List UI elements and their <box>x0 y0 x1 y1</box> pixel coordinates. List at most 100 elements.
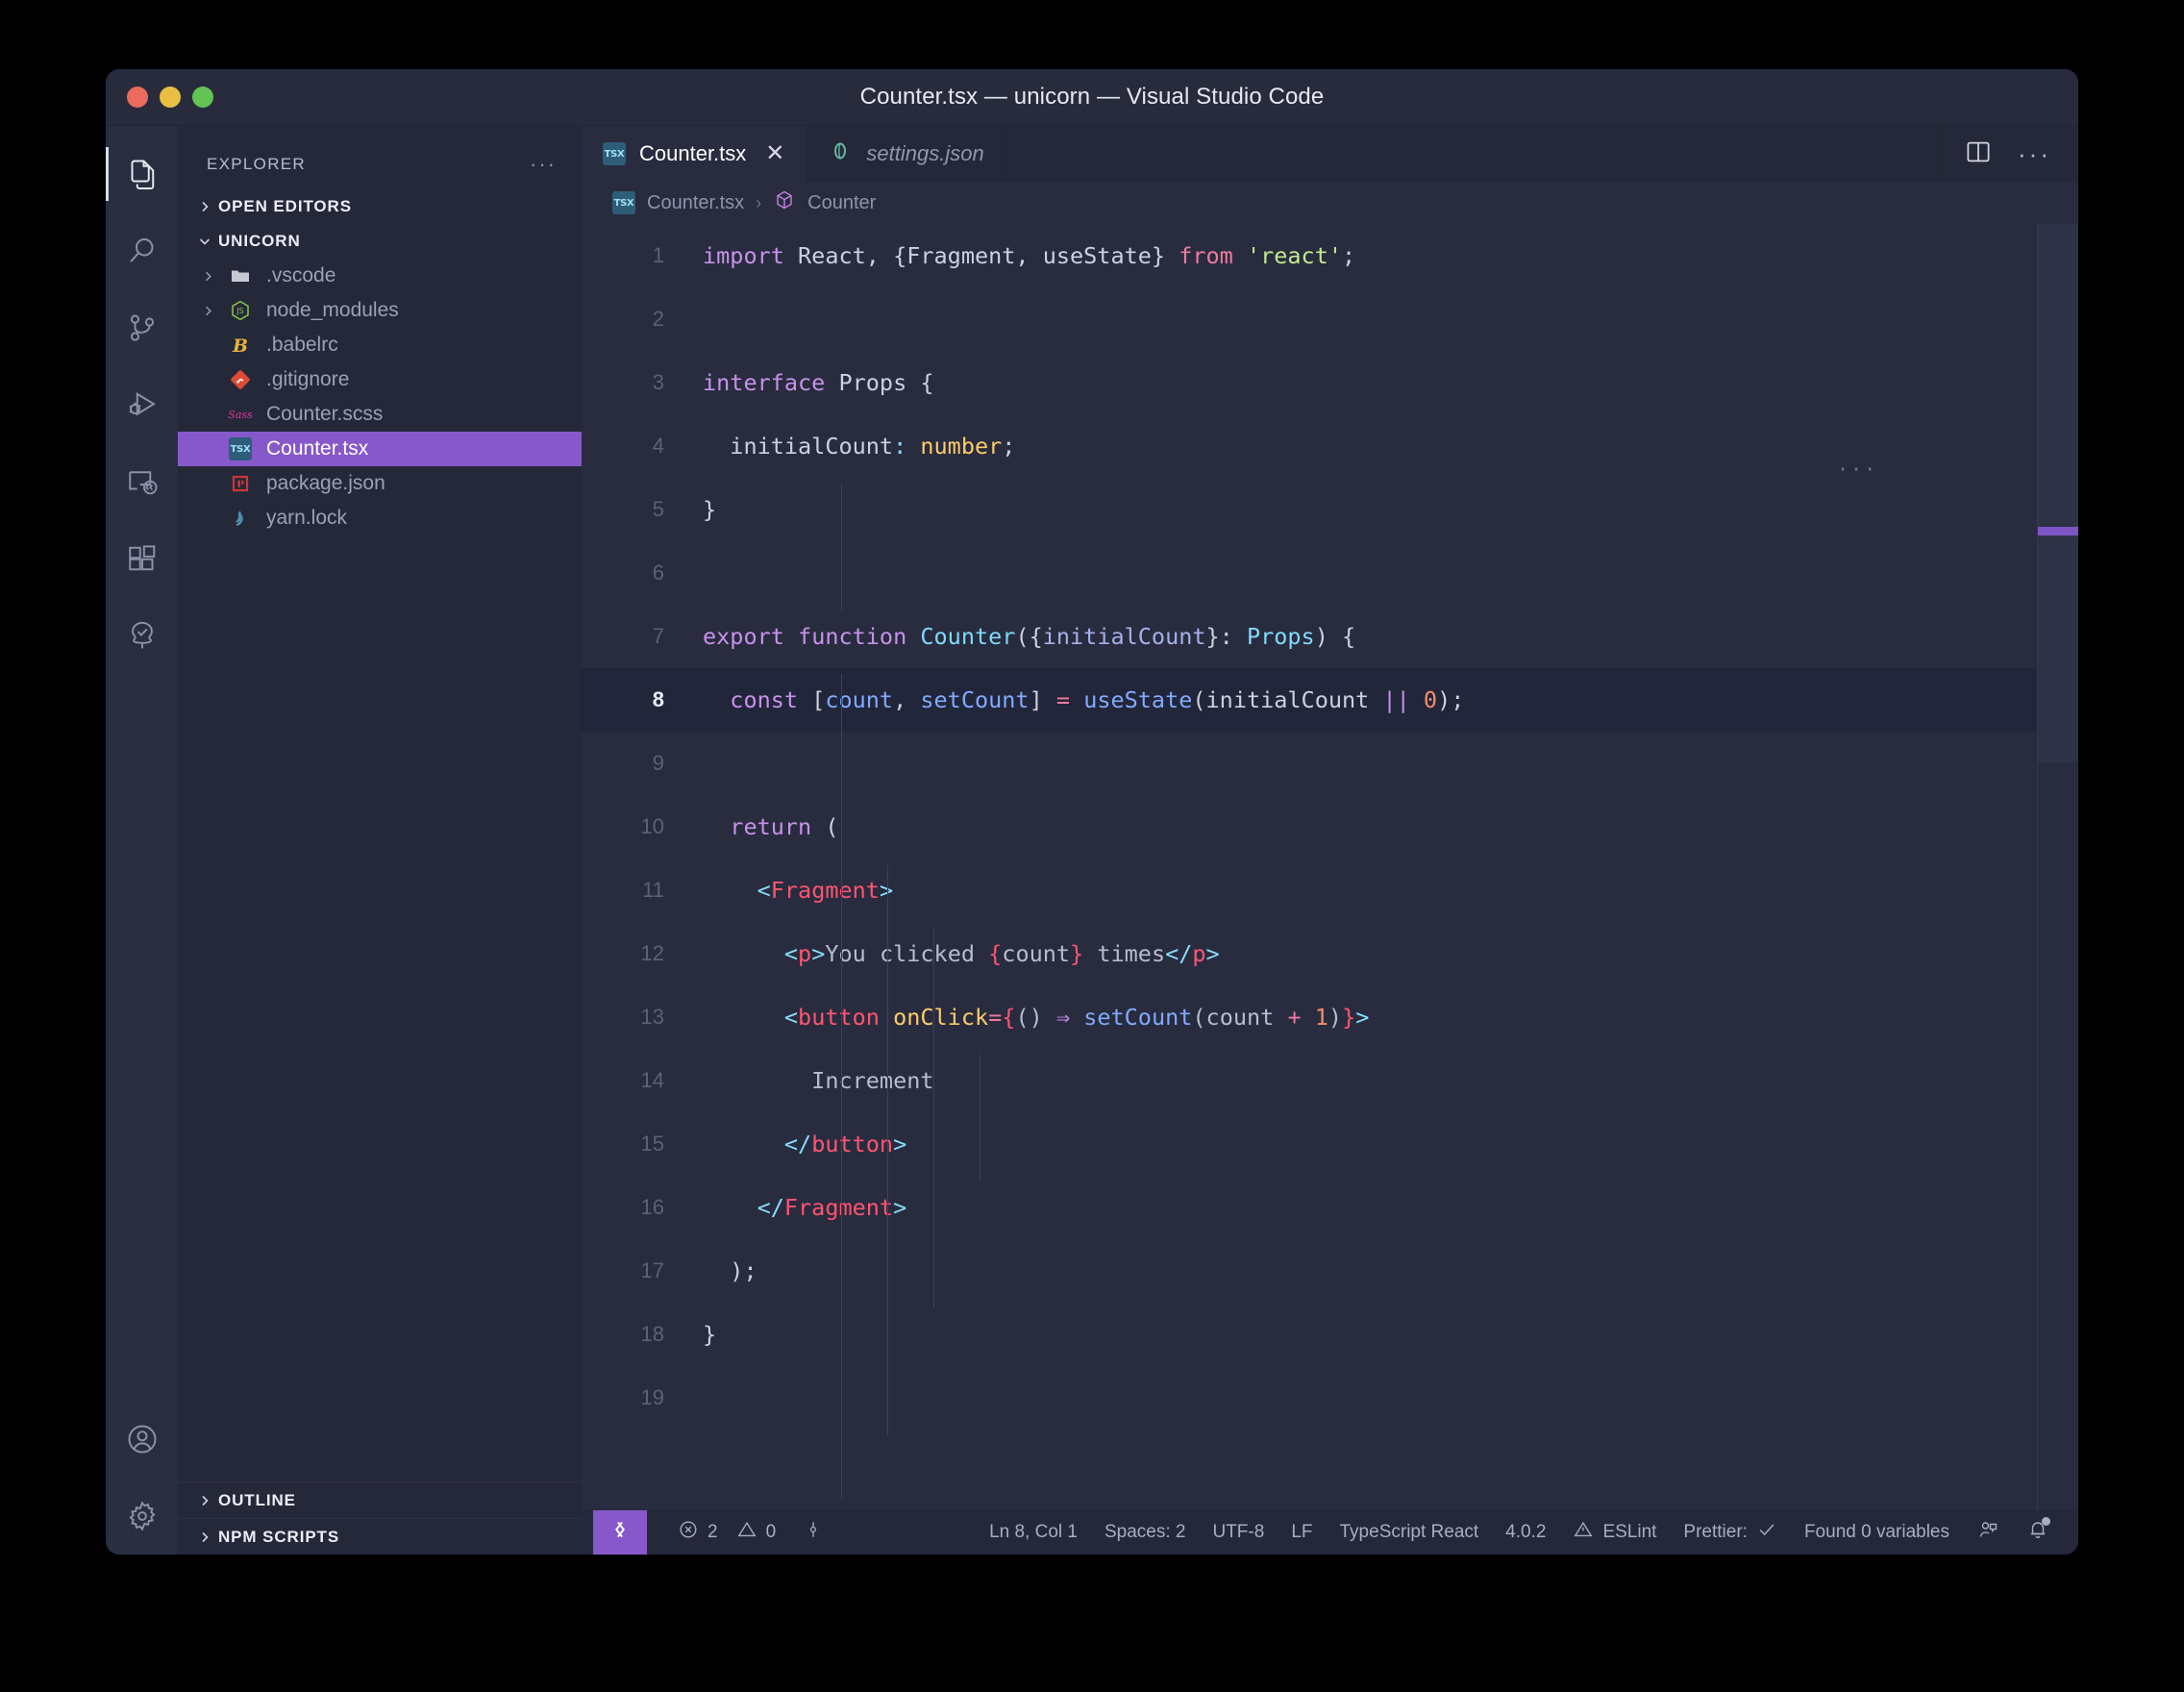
scrollbar-slider[interactable] <box>2038 224 2078 762</box>
overview-ruler[interactable] <box>2037 224 2078 1510</box>
code-line[interactable]: 13 <button onClick={() ⇒ setCount(count … <box>582 985 2078 1049</box>
section-open-editors[interactable]: OPEN EDITORS <box>178 189 582 224</box>
code-line[interactable]: 8 const [count, setCount] = useState(ini… <box>582 668 2078 732</box>
breadcrumb-item-symbol[interactable]: Counter <box>807 192 876 214</box>
zoom-button[interactable] <box>192 87 213 108</box>
code-line[interactable]: 7 export function Counter({initialCount}:… <box>582 605 2078 668</box>
code-line[interactable]: 1 import React, {Fragment, useState} from… <box>582 224 2078 287</box>
code-line-text: ); <box>697 1257 757 1284</box>
code-line[interactable]: 5} <box>582 478 2078 541</box>
code-editor[interactable]: 1 import React, {Fragment, useState} from… <box>582 224 2078 1510</box>
code-line[interactable]: 15 </button> <box>582 1112 2078 1176</box>
code-token: </ <box>1165 940 1193 967</box>
minimize-button[interactable] <box>160 87 181 108</box>
tree-item-counter-scss[interactable]: Sass Counter.scss <box>178 397 582 432</box>
code-token: () <box>1015 1004 1043 1031</box>
activity-item-testing[interactable] <box>106 597 178 674</box>
remote-window-indicator[interactable] <box>593 1510 647 1555</box>
tree-item-label: node_modules <box>266 299 399 321</box>
notification-dot <box>2042 1517 2050 1526</box>
tree-item-vscode[interactable]: .vscode <box>178 259 582 293</box>
activity-item-remote-explorer[interactable] <box>106 443 178 520</box>
code-token: > <box>1355 1004 1370 1031</box>
activity-item-search[interactable] <box>106 212 178 289</box>
breadcrumb-item-file[interactable]: Counter.tsx <box>647 192 744 214</box>
code-token: } <box>703 1321 717 1348</box>
status-eslint[interactable]: ESLint <box>1559 1510 1670 1555</box>
status-language-mode[interactable]: TypeScript React <box>1327 1510 1493 1555</box>
code-line-text: <Fragment> <box>697 877 894 904</box>
code-line[interactable]: 16 </Fragment> <box>582 1176 2078 1239</box>
line-number: 16 <box>640 1195 664 1219</box>
tree-item-node-modules[interactable]: JS node_modules <box>178 293 582 328</box>
activity-bar <box>106 126 178 1555</box>
editor-group: TSX Counter.tsx ✕ settings.json ··· TSX … <box>582 126 2078 1555</box>
status-cursor-position[interactable]: Ln 8, Col 1 <box>976 1510 1091 1555</box>
code-token: </ <box>783 1131 812 1157</box>
tab-counter-tsx[interactable]: TSX Counter.tsx ✕ <box>582 126 807 182</box>
code-line-text: initialCount: number; <box>697 433 1015 460</box>
activity-item-explorer[interactable] <box>106 136 178 212</box>
line-number: 18 <box>640 1322 664 1346</box>
status-prettier[interactable]: Prettier: <box>1670 1510 1791 1555</box>
code-line[interactable]: 3 interface Props { <box>582 351 2078 414</box>
line-number: 5 <box>652 497 664 521</box>
close-icon[interactable]: ✕ <box>765 142 784 165</box>
activity-item-source-control[interactable] <box>106 289 178 366</box>
code-token: const <box>730 686 799 713</box>
section-outline[interactable]: OUTLINE <box>178 1481 582 1518</box>
activity-item-extensions[interactable] <box>106 520 178 597</box>
status-encoding[interactable]: UTF-8 <box>1199 1510 1278 1555</box>
code-line[interactable]: 11 <Fragment> <box>582 858 2078 922</box>
sidebar-more-button[interactable]: ··· <box>530 154 557 175</box>
status-indentation[interactable]: Spaces: 2 <box>1091 1510 1200 1555</box>
section-unicorn[interactable]: UNICORN <box>178 224 582 259</box>
babel-icon: B <box>224 334 257 357</box>
code-line[interactable]: 10 return ( <box>582 795 2078 858</box>
activity-item-accounts[interactable] <box>106 1401 178 1478</box>
status-eol[interactable]: LF <box>1278 1510 1326 1555</box>
status-ports[interactable] <box>789 1510 837 1555</box>
tree-item-yarn-lock[interactable]: yarn.lock <box>178 501 582 535</box>
status-found-variables[interactable]: Found 0 variables <box>1791 1510 1963 1555</box>
split-editor-icon[interactable] <box>1964 137 1993 171</box>
code-token: initialCount <box>703 433 894 460</box>
code-line[interactable]: 17 ); <box>582 1239 2078 1303</box>
code-line[interactable]: 2 <box>582 287 2078 351</box>
section-npm-scripts-label: NPM SCRIPTS <box>218 1527 340 1546</box>
tab-settings-json[interactable]: settings.json <box>807 126 1006 182</box>
tree-item-counter-tsx[interactable]: TSX Counter.tsx <box>178 432 582 466</box>
explorer-sidebar: EXPLORER ··· OPEN EDITORS UNICORN .vscod… <box>178 126 582 1555</box>
tab-label: settings.json <box>866 141 984 165</box>
chevron-right-icon <box>191 304 224 318</box>
close-button[interactable] <box>127 87 148 108</box>
status-typescript-version[interactable]: 4.0.2 <box>1492 1510 1559 1555</box>
code-line[interactable]: 6 <box>582 541 2078 605</box>
ellipsis-icon[interactable]: ··· <box>2018 141 2051 166</box>
account-icon <box>125 1422 160 1456</box>
code-line[interactable]: 18} <box>582 1303 2078 1366</box>
activity-item-manage[interactable] <box>106 1478 178 1555</box>
status-problems[interactable]: 2 0 <box>664 1510 789 1555</box>
folder-icon <box>224 264 257 287</box>
warning-icon <box>1573 1519 1594 1546</box>
status-notifications[interactable] <box>2013 1510 2063 1555</box>
chevron-right-icon <box>191 269 224 284</box>
activity-item-run-and-debug[interactable] <box>106 366 178 443</box>
code-token: return <box>730 813 812 840</box>
tree-item-package-json[interactable]: package.json <box>178 466 582 501</box>
tree-item-gitignore[interactable]: .gitignore <box>178 362 582 397</box>
code-line[interactable]: 9 <box>582 732 2078 795</box>
code-line[interactable]: 19 <box>582 1366 2078 1430</box>
code-line[interactable]: 12 <p>You clicked {count} times</p> <box>582 922 2078 985</box>
tree-item-label: Counter.tsx <box>266 437 369 460</box>
tree-item-label: package.json <box>266 472 385 494</box>
status-feedback[interactable] <box>1963 1510 2013 1555</box>
section-npm-scripts[interactable]: NPM SCRIPTS <box>178 1518 582 1555</box>
tree-item-babelrc[interactable]: B .babelrc <box>178 328 582 362</box>
code-line[interactable]: 14 Increment <box>582 1049 2078 1112</box>
